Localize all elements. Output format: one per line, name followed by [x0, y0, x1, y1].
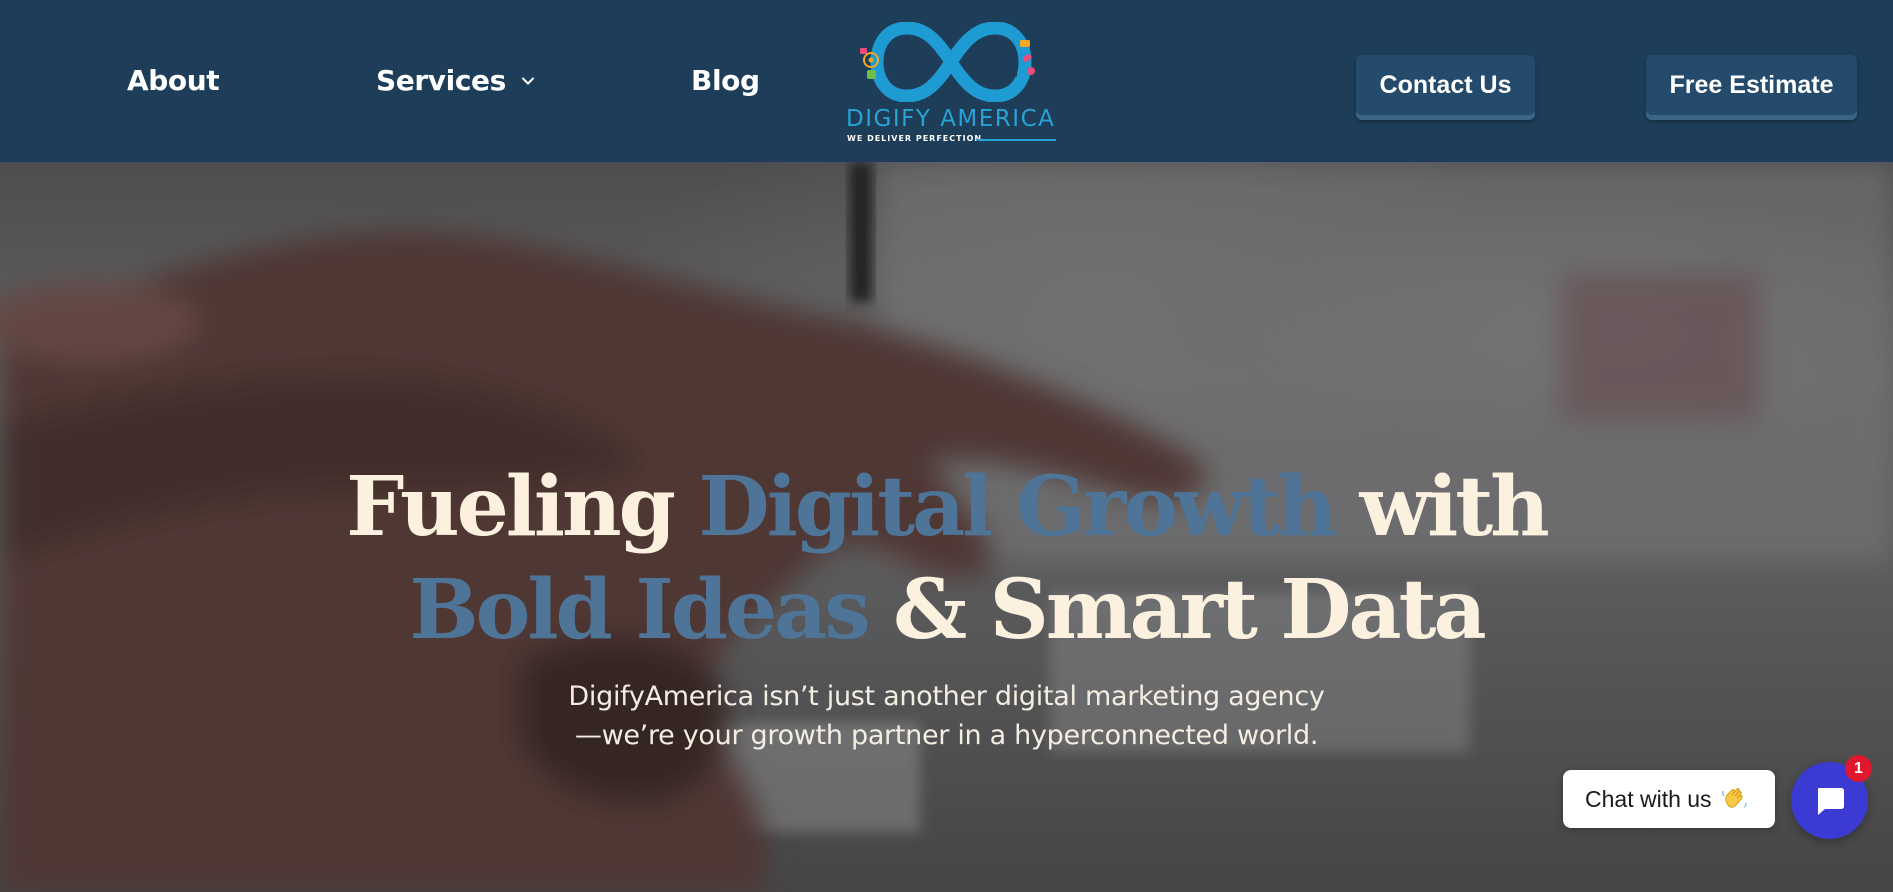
- logo-wordmark: DIGIFY AMERICA: [846, 106, 1056, 132]
- headline-text-a: Fueling: [346, 459, 699, 555]
- hero-headline-line1: Fueling Digital Growth with: [0, 466, 1893, 548]
- nav-services[interactable]: Services: [376, 64, 536, 97]
- logo-tagline: WE DELIVER PERFECTION: [847, 134, 983, 143]
- chat-unread-badge: 1: [1845, 755, 1872, 782]
- chat-prompt-bubble[interactable]: Chat with us: [1563, 770, 1775, 828]
- headline-accent-b: Bold Ideas: [409, 562, 870, 658]
- logo-underline: [978, 139, 1056, 141]
- chat-bubble-icon: [1817, 787, 1844, 815]
- hero-headline-line2: Bold Ideas & Smart Data: [0, 569, 1893, 651]
- headline-text-c: & Smart Data: [867, 562, 1487, 658]
- chat-prompt-label: Chat with us: [1585, 785, 1712, 812]
- waving-hand-icon: [1721, 788, 1747, 808]
- free-estimate-button[interactable]: Free Estimate: [1646, 55, 1857, 120]
- headline-accent-a: Digital Growth: [698, 459, 1337, 555]
- nav-blog[interactable]: Blog: [691, 64, 760, 97]
- chevron-down-icon: [521, 77, 534, 84]
- infinity-logo-icon: [860, 22, 1035, 102]
- hero-subtext-line2: —we’re your growth partner in a hypercon…: [574, 720, 1319, 751]
- nav-about[interactable]: About: [127, 64, 220, 97]
- contact-us-button[interactable]: Contact Us: [1356, 55, 1535, 120]
- site-logo[interactable]: DIGIFY AMERICA WE DELIVER PERFECTION: [845, 22, 1057, 144]
- site-header: About Services Blog DIGIFY AMERICA WE DE…: [0, 0, 1893, 162]
- nav-services-label: Services: [376, 64, 506, 97]
- hero-subtext-line1: DigifyAmerica isn’t just another digital…: [568, 681, 1325, 712]
- headline-text-b: with: [1334, 459, 1550, 555]
